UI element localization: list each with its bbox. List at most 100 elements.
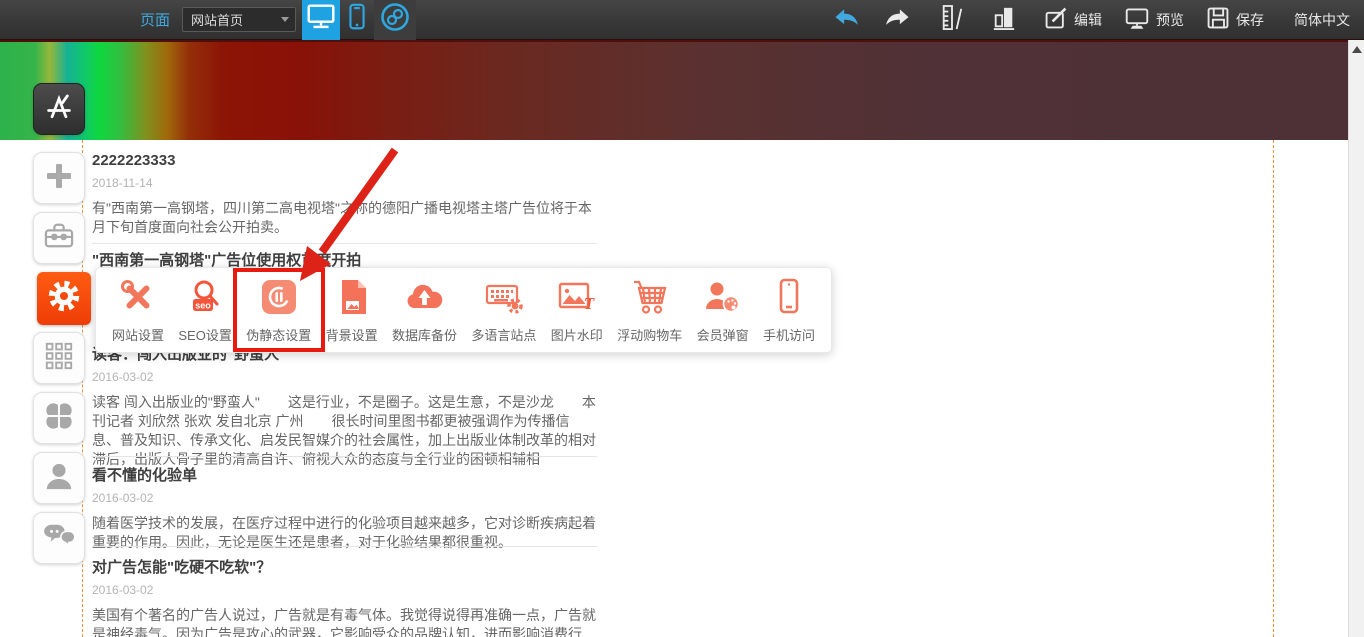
- top-toolbar: 页面 网站首页: [0, 0, 1364, 40]
- cloud-backup-icon: [403, 277, 447, 322]
- toolbar-right-group: 编辑 预览 保存 简体中文: [810, 0, 1364, 39]
- keyboard-lang-icon: [482, 277, 526, 322]
- layout-guide-right: [1273, 140, 1274, 637]
- link-icon: [379, 1, 411, 38]
- seo-search-icon: seo: [185, 277, 225, 322]
- article-date: 2016-03-02: [92, 583, 597, 597]
- menu-item-label: 会员弹窗: [697, 325, 749, 344]
- stats-icon: [992, 5, 1022, 34]
- sidebar-item-plugins[interactable]: [33, 392, 85, 444]
- scroll-up-arrow-icon[interactable]: [1352, 46, 1362, 53]
- member-popup-icon: [702, 277, 744, 322]
- toolbar-left-group: 页面 网站首页: [0, 0, 416, 39]
- menu-item-mobile-access[interactable]: 手机访问: [763, 277, 815, 344]
- page-select-value: 网站首页: [191, 10, 243, 29]
- undo-icon: [832, 7, 864, 32]
- site-tools-icon: [118, 277, 158, 322]
- sidebar-item-add[interactable]: [33, 152, 85, 204]
- edit-label: 编辑: [1074, 10, 1102, 30]
- clover-plugins-icon: [44, 401, 74, 436]
- designer-logo: [41, 89, 77, 130]
- mobile-access-icon: [769, 277, 809, 322]
- article-title[interactable]: 看不懂的化验单: [92, 464, 597, 485]
- menu-item-label: 伪静态设置: [246, 325, 311, 344]
- shopping-cart-icon: [629, 277, 671, 322]
- sidebar-item-modules[interactable]: [33, 332, 85, 384]
- page-label: 页面: [140, 9, 170, 30]
- gear-icon: [42, 274, 86, 323]
- ruler-icon: [940, 4, 970, 35]
- plus-icon: [44, 161, 74, 196]
- menu-item-label: 多语言站点: [471, 325, 536, 344]
- article-divider: [92, 456, 597, 457]
- save-label: 保存: [1236, 10, 1264, 30]
- article-divider: [92, 243, 597, 244]
- article-body: 读客 闯入出版业的"野蛮人" 这是行业，不是圈子。这是生意，不是沙龙 本刊记者 …: [92, 393, 597, 469]
- article-1: 2222223333 2018-11-14 有"西南第一高钢塔，四川第二高电视塔…: [92, 152, 597, 237]
- save-floppy-icon: [1206, 6, 1236, 33]
- menu-item-member-popup[interactable]: 会员弹窗: [697, 277, 749, 344]
- scrollbar[interactable]: [1348, 40, 1364, 637]
- settings-popup-menu: 网站设置 seo SEO设置 伪静态设置: [95, 267, 832, 353]
- pseudo-static-icon: [259, 277, 299, 322]
- menu-item-floating-cart[interactable]: 浮动购物车: [617, 277, 682, 344]
- save-button[interactable]: 保存: [1206, 6, 1264, 33]
- sidebar-item-user[interactable]: [33, 452, 85, 504]
- menu-item-seo-settings[interactable]: seo SEO设置: [178, 277, 231, 344]
- menu-item-site-settings[interactable]: 网站设置: [112, 277, 164, 344]
- menu-item-pseudo-static-settings[interactable]: 伪静态设置: [246, 277, 311, 344]
- article-date: 2016-03-02: [92, 491, 597, 505]
- toolbox-icon: [43, 222, 75, 255]
- page-select-dropdown[interactable]: 网站首页: [182, 7, 296, 32]
- menu-item-label: 浮动购物车: [617, 325, 682, 344]
- menu-item-label: 手机访问: [763, 325, 815, 344]
- sidebar-item-designer-logo[interactable]: [33, 83, 85, 135]
- article-date: 2016-03-02: [92, 370, 597, 384]
- article-date: 2018-11-14: [92, 176, 597, 190]
- undo-button[interactable]: [832, 7, 864, 32]
- article-title[interactable]: 对广告怎能"吃硬不吃软"？: [92, 556, 597, 577]
- chat-bubbles-icon: [42, 522, 76, 555]
- link-button[interactable]: [374, 0, 416, 40]
- menu-item-database-backup[interactable]: 数据库备份: [392, 277, 457, 344]
- svg-text:T: T: [584, 294, 595, 313]
- article-4: 看不懂的化验单 2016-03-02 随着医学技术的发展，在医疗过程中进行的化验…: [92, 464, 597, 552]
- edit-button[interactable]: 编辑: [1044, 6, 1102, 33]
- article-divider: [92, 546, 597, 547]
- site-header-banner: [0, 40, 1348, 140]
- preview-label: 预览: [1156, 10, 1184, 30]
- stats-button[interactable]: [992, 5, 1022, 34]
- desktop-icon: [304, 0, 338, 39]
- svg-text:seo: seo: [195, 300, 211, 310]
- language-switch[interactable]: 简体中文: [1294, 10, 1350, 30]
- menu-item-label: 背景设置: [326, 325, 378, 344]
- background-page-icon: [332, 277, 372, 322]
- menu-item-label: 数据库备份: [392, 325, 457, 344]
- chevron-down-icon: [281, 17, 289, 22]
- preview-button[interactable]: 预览: [1124, 6, 1184, 33]
- preview-monitor-icon: [1124, 6, 1156, 33]
- mobile-icon: [342, 1, 372, 38]
- user-icon: [44, 461, 74, 496]
- sidebar-item-messages[interactable]: [33, 512, 85, 564]
- website-designer-app: 页面 网站首页: [0, 0, 1364, 637]
- menu-item-multilanguage-site[interactable]: 多语言站点: [471, 277, 536, 344]
- mobile-view-button[interactable]: [340, 0, 374, 40]
- article-3: 读客：闯入出版业的"野蛮人" 2016-03-02 读客 闯入出版业的"野蛮人"…: [92, 343, 597, 469]
- redo-button[interactable]: [886, 7, 918, 32]
- desktop-view-button[interactable]: [302, 0, 340, 40]
- sidebar-item-toolbox[interactable]: [33, 212, 85, 264]
- ruler-button[interactable]: [940, 4, 970, 35]
- menu-item-background-settings[interactable]: 背景设置: [326, 277, 378, 344]
- grid-icon: [44, 341, 74, 376]
- redo-icon: [886, 7, 918, 32]
- article-title[interactable]: 2222223333: [92, 152, 597, 169]
- menu-item-label: 图片水印: [551, 325, 603, 344]
- menu-item-image-watermark[interactable]: T 图片水印: [551, 277, 603, 344]
- article-5: 对广告怎能"吃硬不吃软"？ 2016-03-02 美国有个著名的广告人说过，广告…: [92, 556, 597, 637]
- article-body: 有"西南第一高钢塔，四川第二高电视塔"之称的德阳广播电视塔主塔广告位将于本月下旬…: [92, 199, 597, 237]
- edit-pencil-icon: [1044, 6, 1074, 33]
- menu-item-label: 网站设置: [112, 325, 164, 344]
- sidebar-item-settings[interactable]: [37, 272, 91, 325]
- article-body: 美国有个著名的广告人说过，广告就是有毒气体。我觉得说得再准确一点，广告就是神经毒…: [92, 606, 597, 637]
